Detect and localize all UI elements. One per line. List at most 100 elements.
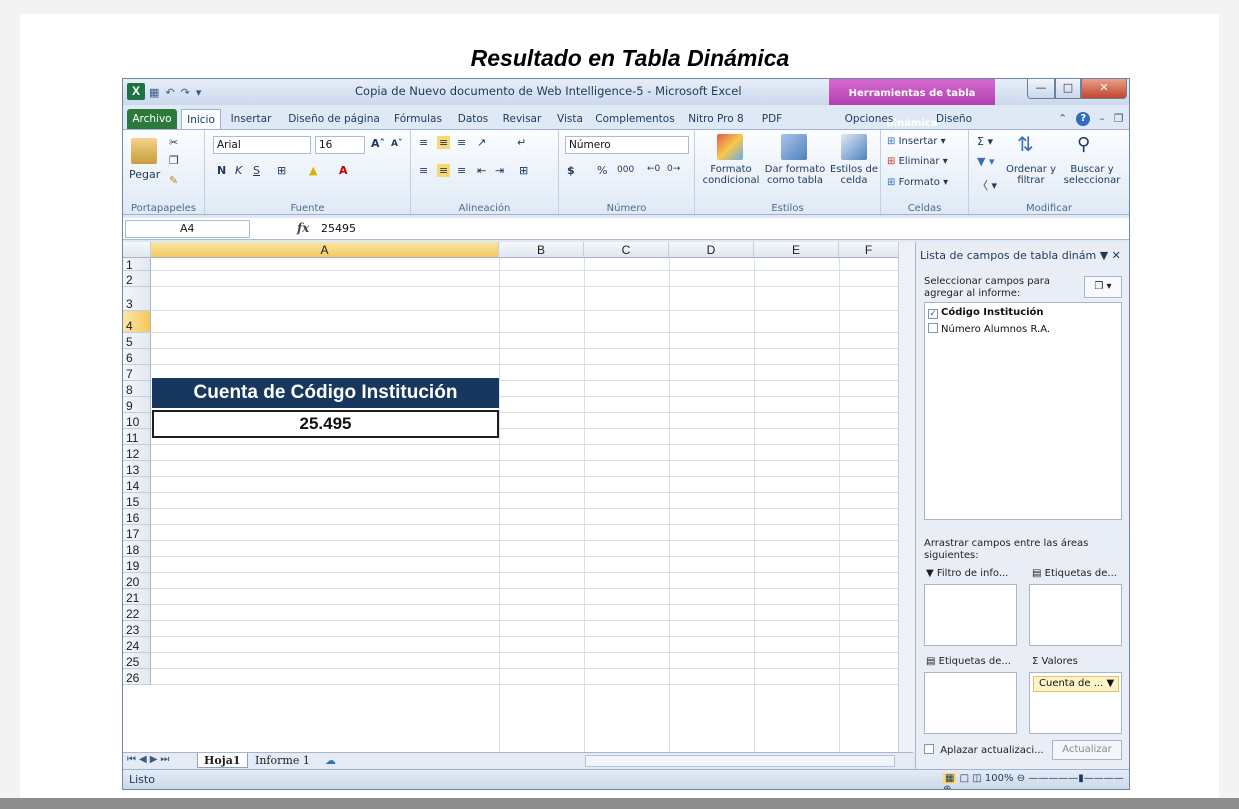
tab-diseno-pagina[interactable]: Diseño de página (283, 109, 385, 129)
cell-styles-icon[interactable] (841, 134, 867, 160)
page-break-icon[interactable]: ◫ (972, 773, 981, 784)
row-header[interactable]: 1 (123, 258, 151, 272)
pane-close-icon[interactable]: ✕ (1112, 249, 1121, 262)
tab-pdf[interactable]: PDF (757, 109, 787, 129)
bold-button[interactable]: N (217, 164, 226, 177)
align-right-icon[interactable]: ≡ (457, 164, 466, 177)
increase-indent-icon[interactable]: ⇥ (495, 164, 504, 177)
format-as-table-button[interactable]: Dar formato como tabla (763, 164, 827, 186)
borders-icon[interactable]: ⊞ (277, 164, 286, 177)
fill-icon[interactable]: ▼ ▾ (977, 155, 994, 168)
align-middle-icon[interactable]: ≡ (437, 136, 451, 149)
paste-button[interactable]: Pegar (129, 168, 160, 181)
font-name-select[interactable]: Arial (213, 136, 311, 154)
layout-options-button[interactable]: ❐ ▾ (1084, 276, 1122, 298)
collapse-ribbon-icon[interactable]: ⌃ (1058, 112, 1067, 126)
select-all-corner[interactable] (123, 242, 151, 258)
save-icon[interactable]: ▦ (149, 86, 159, 99)
decrease-decimal-icon[interactable]: 0→ (667, 164, 680, 174)
row-header[interactable]: 17 (123, 525, 151, 541)
sheet-nav-arrows[interactable]: ⏮◀▶⏭ (127, 754, 172, 765)
increase-decimal-icon[interactable]: ←0 (647, 164, 660, 174)
insert-cells-button[interactable]: ⊞ Insertar ▾ (887, 136, 946, 147)
row-header[interactable]: 10 (123, 413, 151, 429)
tab-vista[interactable]: Vista (553, 109, 587, 129)
autosum-icon[interactable]: Σ ▾ (977, 135, 993, 148)
sort-filter-button[interactable]: Ordenar y filtrar (1003, 164, 1059, 186)
formula-input[interactable]: 25495 (321, 222, 356, 235)
row-header[interactable]: 19 (123, 557, 151, 573)
column-header-c[interactable]: C (584, 242, 669, 258)
column-header-b[interactable]: B (499, 242, 584, 258)
close-button[interactable]: ✕ (1081, 79, 1127, 99)
tab-datos[interactable]: Datos (453, 109, 493, 129)
insert-sheet-icon[interactable]: ☁ (319, 753, 342, 768)
find-select-button[interactable]: Buscar y seleccionar (1059, 164, 1125, 186)
align-bottom-icon[interactable]: ≡ (457, 136, 466, 149)
doc-restore-icon[interactable]: ❐ (1114, 112, 1124, 126)
row-header[interactable]: 6 (123, 349, 151, 365)
row-header[interactable]: 15 (123, 493, 151, 509)
tab-archivo[interactable]: Archivo (127, 109, 177, 129)
customize-qat-icon[interactable]: ▾ (196, 86, 202, 99)
help-icon[interactable]: ? (1076, 112, 1091, 126)
name-box[interactable]: A4 (125, 220, 250, 238)
row-header[interactable]: 3 (123, 287, 151, 311)
row-header[interactable]: 8 (123, 381, 151, 397)
orientation-icon[interactable]: ↗ (477, 136, 486, 149)
conditional-format-icon[interactable] (717, 134, 743, 160)
tab-opciones[interactable]: Opciones (839, 109, 899, 129)
row-header[interactable]: 23 (123, 621, 151, 637)
clear-icon[interactable]: 〈 ▾ (977, 177, 997, 193)
merge-center-icon[interactable]: ⊞ (519, 164, 528, 177)
format-painter-icon[interactable]: ✎ (169, 174, 178, 187)
column-header-f[interactable]: F (839, 242, 898, 258)
align-center-icon[interactable]: ≡ (437, 164, 451, 177)
row-header[interactable]: 4 (123, 311, 151, 333)
row-header[interactable]: 22 (123, 605, 151, 621)
row-header[interactable]: 24 (123, 637, 151, 653)
excel-logo-icon[interactable]: X (127, 83, 145, 100)
row-header[interactable]: 11 (123, 429, 151, 445)
maximize-button[interactable]: □ (1055, 79, 1081, 99)
pivot-table-value-cell[interactable]: 25.495 (152, 410, 499, 438)
decrease-indent-icon[interactable]: ⇤ (477, 164, 486, 177)
worksheet-grid[interactable]: A B C D E F 1 2 3 4 5 6 7 8 9 10 11 12 13 14 15 16 17 18 1… (123, 242, 898, 752)
column-header-a[interactable]: A (151, 242, 499, 258)
cut-icon[interactable]: ✂ (169, 136, 178, 149)
sort-filter-icon[interactable]: ⇅ (1017, 132, 1034, 156)
column-header-d[interactable]: D (669, 242, 754, 258)
italic-button[interactable]: K (235, 164, 242, 177)
tab-revisar[interactable]: Revisar (499, 109, 545, 129)
align-top-icon[interactable]: ≡ (419, 136, 428, 149)
tab-complementos[interactable]: Complementos (595, 109, 675, 129)
defer-update-option[interactable]: Aplazar actualizaci... (924, 744, 1044, 756)
minimize-button[interactable]: — (1027, 79, 1055, 99)
percent-button[interactable]: % (597, 164, 607, 177)
doc-minimize-icon[interactable]: – (1099, 112, 1105, 126)
insert-function-button[interactable]: fx (297, 221, 309, 235)
update-button[interactable]: Actualizar (1052, 740, 1122, 760)
font-color-icon[interactable]: A (339, 164, 348, 177)
tab-nitro[interactable]: Nitro Pro 8 (683, 109, 749, 129)
redo-icon[interactable]: ↷ (181, 86, 190, 99)
field-numero-alumnos[interactable]: Número Alumnos R.A. (928, 323, 1050, 335)
row-header[interactable]: 5 (123, 333, 151, 349)
vertical-scrollbar[interactable] (898, 242, 915, 752)
font-size-select[interactable]: 16 (315, 136, 365, 154)
currency-button[interactable]: $ (567, 164, 575, 177)
normal-view-icon[interactable]: ▦ (943, 773, 957, 784)
find-select-icon[interactable]: ⚲ (1077, 134, 1090, 155)
tab-formulas[interactable]: Fórmulas (391, 109, 445, 129)
pane-menu-icon[interactable]: ▼ (1100, 249, 1108, 262)
delete-cells-button[interactable]: ⊞ Eliminar ▾ (887, 156, 948, 167)
zoom-slider[interactable]: —————▮———— (1028, 773, 1124, 784)
copy-icon[interactable]: ❐ (169, 154, 179, 167)
align-left-icon[interactable]: ≡ (419, 164, 428, 177)
tab-diseno[interactable]: Diseño (929, 109, 979, 129)
row-header[interactable]: 7 (123, 365, 151, 381)
filter-drop-area[interactable] (924, 584, 1017, 646)
row-header[interactable]: 13 (123, 461, 151, 477)
wrap-text-icon[interactable]: ↵ (517, 136, 526, 149)
tab-inicio[interactable]: Inicio (181, 109, 221, 129)
